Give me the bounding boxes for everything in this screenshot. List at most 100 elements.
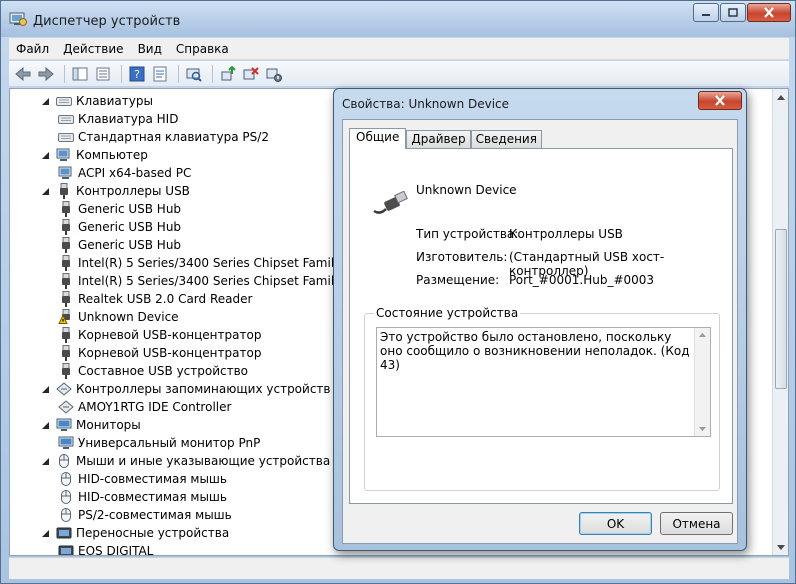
menu-file[interactable]: Файл <box>9 39 56 59</box>
storage-icon <box>58 399 74 415</box>
menu-view[interactable]: Вид <box>131 39 169 59</box>
toolbar-separator <box>64 64 65 83</box>
cancel-button[interactable]: Отмена <box>660 512 733 535</box>
tree-label: Intel(R) 5 Series/3400 Series Chipset Fa… <box>78 274 370 288</box>
menu-action[interactable]: Действие <box>56 39 130 59</box>
tree-device[interactable]: Generic USB Hub <box>58 218 181 236</box>
tree-device[interactable]: Корневой USB-концентратор <box>58 344 261 362</box>
tree-device[interactable]: Универсальный монитор PnP <box>58 434 260 452</box>
status-scrollbar[interactable] <box>694 328 710 436</box>
tree-device[interactable]: HID-совместимая мышь <box>58 470 227 488</box>
tree-category[interactable]: Контроллеры запоминающих устройств <box>40 380 330 398</box>
tree-label: Generic USB Hub <box>78 220 182 234</box>
tree-device[interactable]: Realtek USB 2.0 Card Reader <box>58 290 252 308</box>
close-button[interactable] <box>747 3 791 22</box>
expanded-triangle-icon[interactable] <box>40 96 50 106</box>
usb-icon <box>58 345 74 361</box>
usb-icon <box>58 291 74 307</box>
triangle-up-icon <box>777 94 785 100</box>
list-view-button[interactable] <box>93 64 113 84</box>
tree-category[interactable]: Клавиатуры <box>40 92 153 110</box>
expanded-triangle-icon[interactable] <box>40 456 50 466</box>
tree-label: Компьютер <box>76 148 148 162</box>
tree-device[interactable]: EOS DIGITAL <box>58 542 153 555</box>
uninstall-button[interactable] <box>241 64 261 84</box>
expanded-triangle-icon[interactable] <box>40 150 50 160</box>
tree-device[interactable]: Составное USB устройство <box>58 362 248 380</box>
arrow-right-icon <box>38 66 54 81</box>
scan-hardware-button[interactable] <box>184 64 204 84</box>
tree-label: HID-совместимая мышь <box>78 490 227 504</box>
minimize-button[interactable] <box>693 3 719 22</box>
computer-icon <box>58 165 74 181</box>
manufacturer-label: Изготовитель: <box>416 250 508 264</box>
tree-label: Клавиатура HID <box>78 112 179 126</box>
help-icon: ? <box>129 66 145 81</box>
tree-label: EOS DIGITAL <box>78 544 154 555</box>
tree-scrollbar[interactable] <box>772 89 788 555</box>
tree-device[interactable]: Intel(R) 5 Series/3400 Series Chipset Fa… <box>58 272 370 290</box>
device-type-label: Тип устройства: <box>416 227 519 241</box>
device-status-textbox[interactable]: Это устройство было остановлено, посколь… <box>376 327 711 437</box>
forward-button[interactable] <box>36 64 56 84</box>
expanded-triangle-icon[interactable] <box>40 384 50 394</box>
triangle-up-icon <box>699 333 706 337</box>
tree-device[interactable]: PS/2-совместимая мышь <box>58 506 232 524</box>
tree-category[interactable]: Мониторы <box>40 416 141 434</box>
tree-category[interactable]: Компьютер <box>40 146 148 164</box>
usb-icon <box>58 201 74 217</box>
device-status-label: Состояние устройства <box>374 306 521 320</box>
svg-text:?: ? <box>134 68 140 81</box>
monitor-icon <box>56 417 72 433</box>
expanded-triangle-icon[interactable] <box>40 420 50 430</box>
show-hide-tree-button[interactable] <box>70 64 90 84</box>
portable-icon <box>56 525 72 541</box>
menu-bar: Файл Действие Вид Справка <box>9 38 789 60</box>
portable-icon <box>58 543 74 555</box>
tree-label: Клавиатуры <box>76 94 153 108</box>
tree-device[interactable]: Unknown Device <box>58 308 179 326</box>
ok-button[interactable]: OK <box>579 512 652 535</box>
device-type-value: Контроллеры USB <box>509 227 623 241</box>
tab-details[interactable]: Сведения <box>470 130 542 148</box>
tree-device[interactable]: Стандартная клавиатура PS/2 <box>58 128 269 146</box>
usb-icon <box>58 255 74 271</box>
update-driver-button[interactable] <box>218 64 238 84</box>
tree-device[interactable]: Intel(R) 5 Series/3400 Series Chipset Fa… <box>58 254 370 272</box>
tree-device[interactable]: AMOY1RTG IDE Controller <box>58 398 231 416</box>
tree-device[interactable]: Generic USB Hub <box>58 200 181 218</box>
tree-device[interactable]: HID-совместимая мышь <box>58 488 227 506</box>
tree-category[interactable]: Мыши и иные указывающие устройства <box>40 452 330 470</box>
scroll-down-arrow[interactable] <box>775 540 787 554</box>
storage-icon <box>56 381 72 397</box>
menu-help[interactable]: Справка <box>169 39 236 59</box>
expanded-triangle-icon[interactable] <box>40 186 50 196</box>
tree-device[interactable]: Клавиатура HID <box>58 110 178 128</box>
tab-general[interactable]: Общие <box>349 128 407 149</box>
uninstall-icon <box>243 66 259 79</box>
disable-device-button[interactable] <box>264 64 284 84</box>
tree-category[interactable]: Переносные устройства <box>40 524 229 542</box>
scroll-thumb[interactable] <box>775 229 787 389</box>
back-button[interactable] <box>13 64 33 84</box>
usb-icon <box>58 327 74 343</box>
help-button[interactable]: ? <box>127 64 147 84</box>
close-icon <box>764 7 774 18</box>
title-bar[interactable]: Диспетчер устройств <box>1 1 795 37</box>
device-status-text: Это устройство было остановлено, посколь… <box>380 330 690 372</box>
maximize-button[interactable] <box>720 3 746 22</box>
arrow-left-icon <box>15 66 31 81</box>
dialog-close-button[interactable] <box>698 91 742 110</box>
scroll-up-arrow[interactable] <box>775 90 787 104</box>
tree-label: Мониторы <box>76 418 141 432</box>
tree-label: Generic USB Hub <box>78 202 182 216</box>
keyboard-icon <box>58 129 74 145</box>
list-view-icon <box>96 67 110 80</box>
tree-device[interactable]: Generic USB Hub <box>58 236 181 254</box>
tree-device[interactable]: ACPI x64-based PC <box>58 164 191 182</box>
tab-driver[interactable]: Драйвер <box>406 130 471 148</box>
tree-device[interactable]: Корневой USB-концентратор <box>58 326 261 344</box>
properties-button[interactable] <box>150 64 170 84</box>
expanded-triangle-icon[interactable] <box>40 528 50 538</box>
tree-category[interactable]: Контроллеры USB <box>40 182 190 200</box>
